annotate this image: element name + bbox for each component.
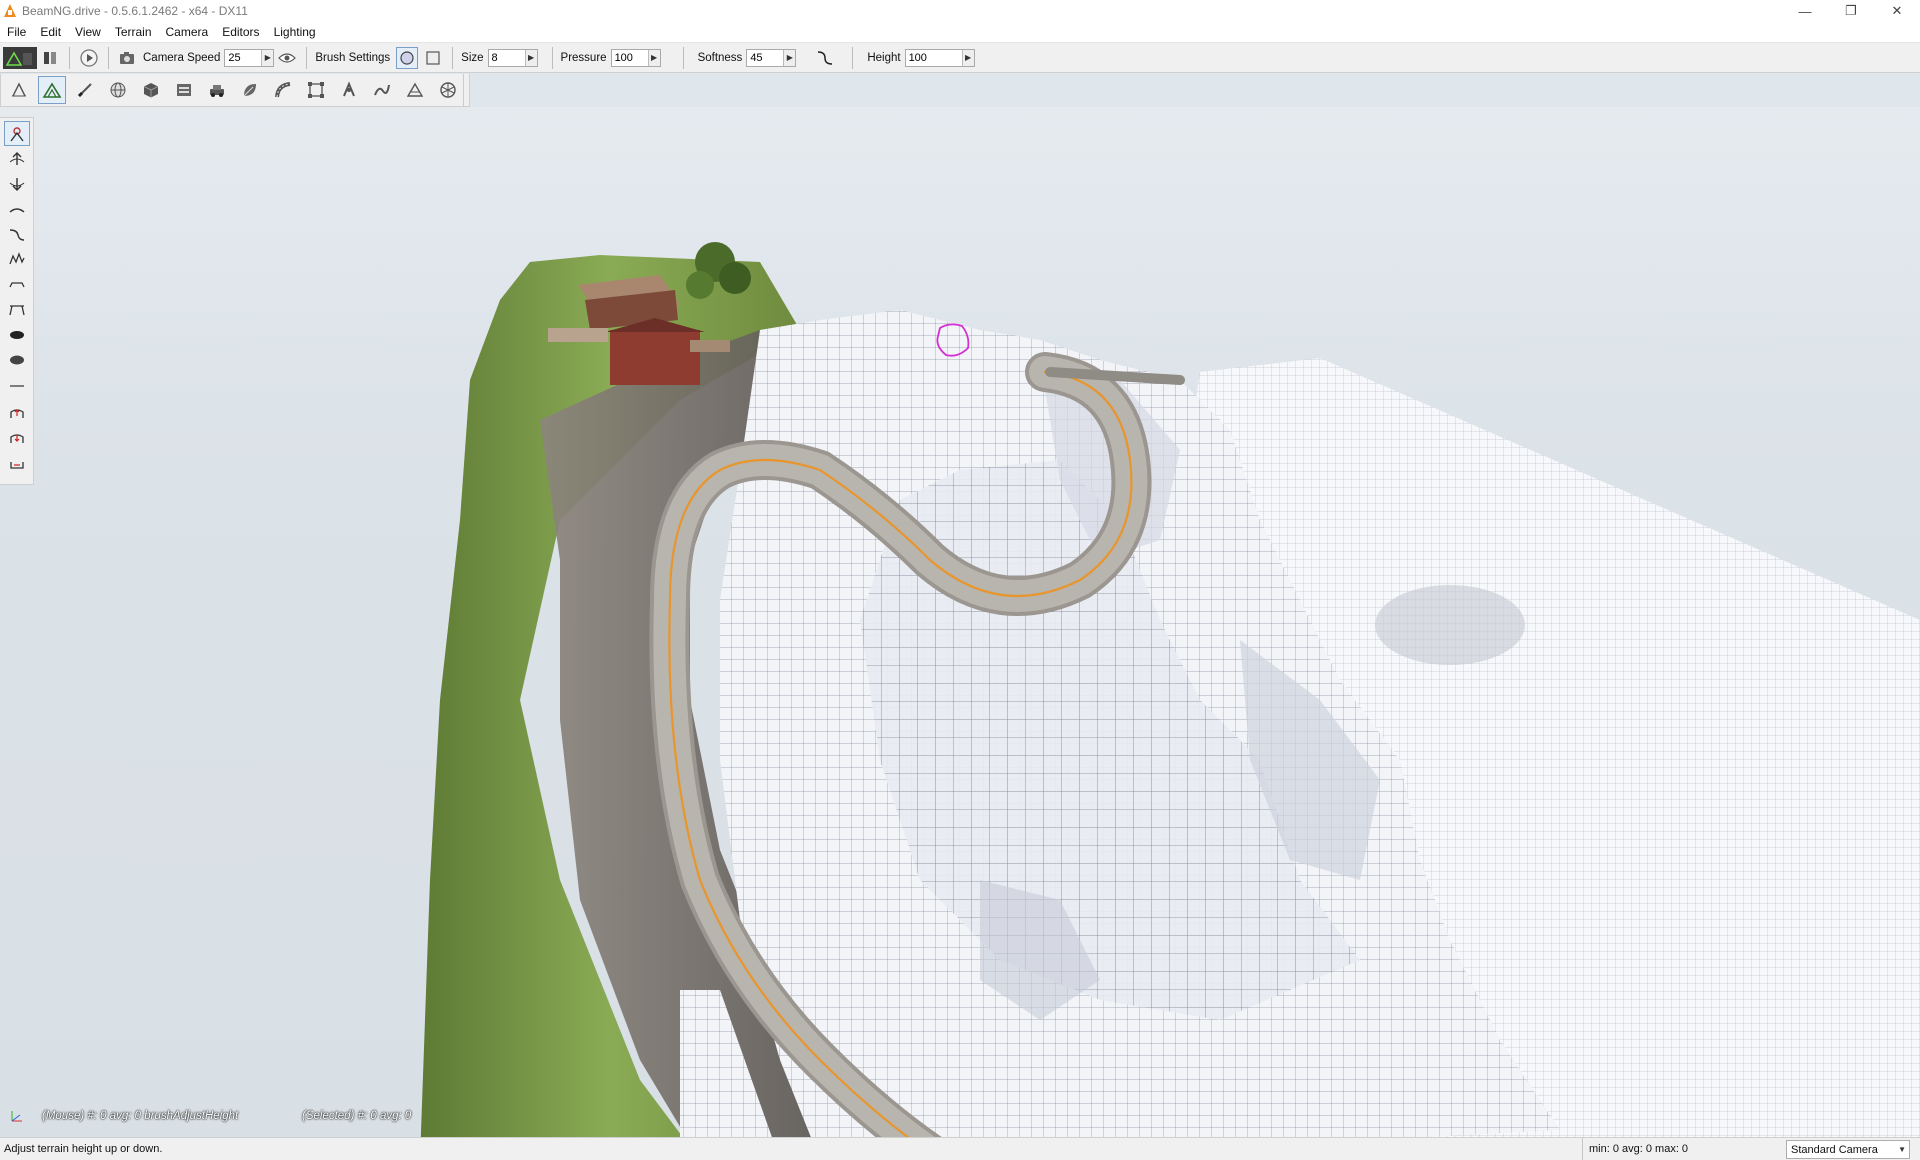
status-hint: Adjust terrain height up or down. [4,1143,163,1155]
noise-height-icon[interactable] [4,246,30,271]
terrain-scene[interactable] [0,107,1920,1137]
toolbar-separator [452,46,454,69]
status-bar: Adjust terrain height up or down. min: 0… [0,1137,1920,1160]
toolbar-separator [306,46,308,69]
softness-curve-icon[interactable] [814,47,836,69]
lower-selection-icon[interactable] [4,425,30,450]
datablock-icon[interactable] [170,76,198,104]
object-cube-icon[interactable] [137,76,165,104]
brush-adjust-height-icon[interactable] [3,121,30,146]
menu-view[interactable]: View [68,22,108,43]
circle-brush-icon[interactable] [396,46,419,69]
height-input[interactable] [905,49,962,66]
visibility-eye-icon[interactable] [276,47,298,69]
brush-settings-label: Brush Settings [315,51,391,64]
pressure-label: Pressure [560,51,607,64]
selected-info-readout: (Selected) #: 0 avg: 0 [302,1110,412,1122]
camera-icon[interactable] [117,47,139,69]
height-stats: min: 0 avg: 0 max: 0 [1582,1138,1782,1160]
set-empty-icon[interactable] [4,321,30,346]
vehicle-icon[interactable] [203,76,231,104]
raise-selection-icon[interactable] [4,400,30,425]
height-arrow-icon[interactable]: ▶ [961,49,974,66]
softness-label: Softness [697,51,743,64]
play-icon[interactable] [78,47,100,69]
raise-height-icon[interactable] [4,146,30,171]
material-sphere-icon[interactable] [104,76,132,104]
menu-terrain[interactable]: Terrain [108,22,159,43]
toolbar-separator [551,46,553,69]
camera-mode-select[interactable]: Standard Camera ▼ [1786,1140,1910,1159]
camera-mode-value: Standard Camera [1791,1143,1878,1156]
restore-button[interactable]: ❐ [1828,0,1874,22]
3d-viewport[interactable]: (Mouse) #: 0 avg: 0 brushAdjustHeight (S… [0,107,1920,1137]
window-controls: — ❐ ✕ [1782,0,1920,22]
height-label: Height [867,51,901,64]
camera-speed-arrow-icon[interactable]: ▶ [261,49,274,66]
toolbar-grip[interactable] [463,74,469,107]
forest-leaf-icon[interactable] [236,76,264,104]
mouse-info-readout: (Mouse) #: 0 avg: 0 brushAdjustHeight [42,1110,239,1122]
object-editor-icon[interactable] [39,47,61,69]
camera-speed-input[interactable] [225,49,262,66]
pressure-arrow-icon[interactable]: ▶ [647,49,660,66]
window-title: BeamNG.drive - 0.5.6.1.2462 - x64 - DX11 [22,4,248,18]
minimize-button[interactable]: — [1782,0,1828,22]
road-editor-icon[interactable] [269,76,297,104]
smooth-selection-icon[interactable] [4,450,30,475]
main-toolbar: Camera Speed ▶ Brush Settings Size ▶ Pre… [0,43,1920,73]
size-input[interactable] [488,49,525,66]
square-brush-icon[interactable] [422,47,444,69]
height-stepper[interactable]: ▶ [904,48,975,67]
size-stepper[interactable]: ▶ [487,48,538,67]
river-editor-icon[interactable] [368,76,396,104]
menu-lighting[interactable]: Lighting [267,22,323,43]
clear-empty-icon[interactable] [4,346,30,371]
menu-file[interactable]: File [0,22,33,43]
paint-material-icon[interactable] [4,373,30,398]
menu-editors[interactable]: Editors [215,22,266,43]
slope-height-icon[interactable] [4,221,30,246]
size-arrow-icon[interactable]: ▶ [524,49,537,66]
lower-height-icon[interactable] [4,171,30,196]
toolbar-separator [852,46,854,69]
camera-speed-stepper[interactable]: ▶ [224,48,275,67]
menu-camera[interactable]: Camera [159,22,216,43]
terrain-painter-icon[interactable] [71,76,99,104]
toolbar-separator [108,46,109,69]
navmesh-icon[interactable] [401,76,429,104]
pressure-stepper[interactable]: ▶ [610,48,661,67]
axis-gizmo-icon [8,1109,24,1125]
chevron-down-icon: ▼ [1898,1145,1906,1154]
pressure-input[interactable] [611,49,648,66]
terrain-flatten-icon[interactable] [5,76,33,104]
beamng-app-icon [2,3,18,19]
toolbar-separator [682,46,684,69]
menu-bar: File Edit View Terrain Camera Editors Li… [0,22,1920,43]
editor-tools-toolbar [0,74,470,107]
flatten-height-icon[interactable] [4,271,30,296]
softness-input[interactable] [747,49,784,66]
size-label: Size [461,51,484,64]
softness-stepper[interactable]: ▶ [746,48,797,67]
mesh-road-icon[interactable] [335,76,363,104]
shape-editor-icon[interactable] [434,76,462,104]
title-bar: BeamNG.drive - 0.5.6.1.2462 - x64 - DX11… [0,0,1920,22]
decal-bounds-icon[interactable] [302,76,330,104]
camera-speed-label: Camera Speed [143,51,221,64]
set-height-icon[interactable] [4,296,30,321]
softness-arrow-icon[interactable]: ▶ [783,49,796,66]
close-button[interactable]: ✕ [1874,0,1920,22]
toolbar-separator [69,46,70,69]
smooth-height-icon[interactable] [4,196,30,221]
menu-edit[interactable]: Edit [33,22,68,43]
editor-logo-icon[interactable] [3,46,37,69]
terrain-editor-icon[interactable] [38,76,66,104]
terrain-tools-palette [0,117,34,485]
